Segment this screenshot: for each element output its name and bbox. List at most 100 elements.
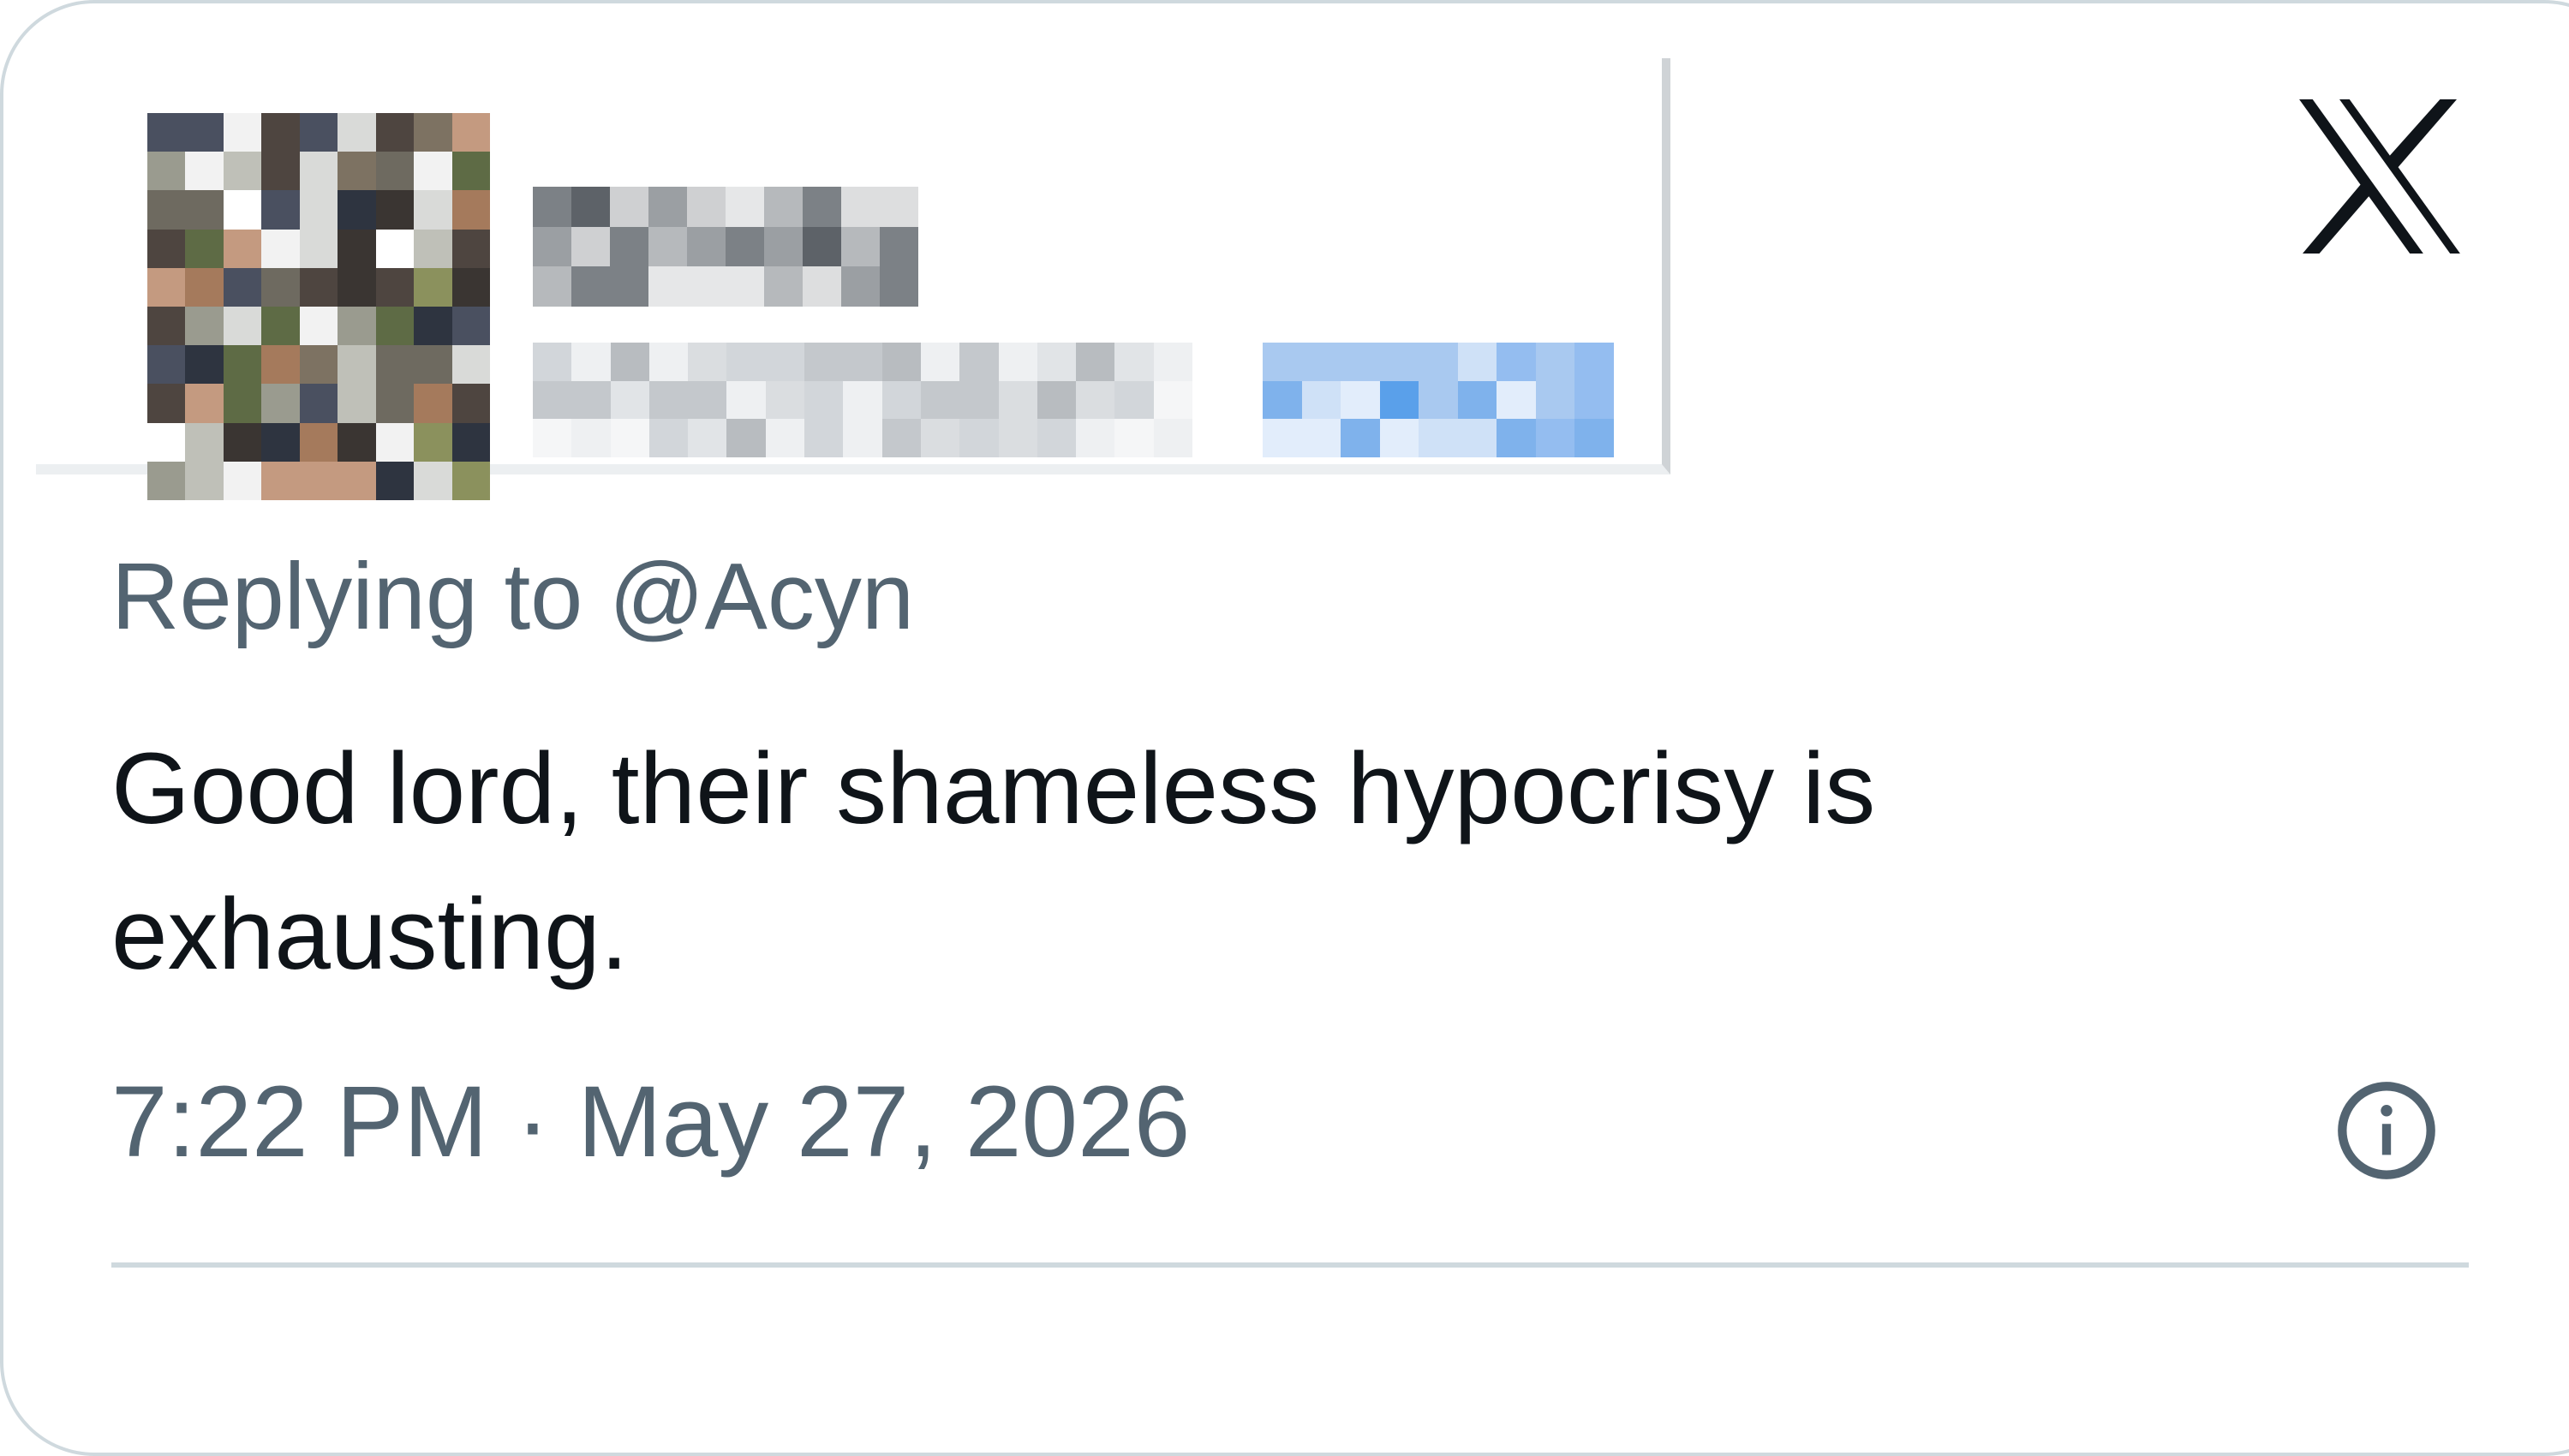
redaction-pixel bbox=[223, 152, 262, 191]
redaction-pixel bbox=[571, 419, 611, 457]
redaction-pixel bbox=[648, 419, 689, 457]
redaction-pixel bbox=[688, 380, 727, 420]
x-logo-icon[interactable] bbox=[2296, 99, 2464, 254]
redaction-pixel bbox=[610, 380, 649, 420]
redaction-pixel bbox=[1379, 419, 1419, 457]
redaction-pixel bbox=[843, 343, 882, 381]
redaction-pixel bbox=[765, 380, 805, 420]
redaction-pixel bbox=[610, 266, 648, 307]
redaction-pixel bbox=[299, 461, 338, 500]
redaction-pixel bbox=[185, 345, 224, 385]
redaction-pixel bbox=[841, 226, 880, 267]
redaction-pixel bbox=[959, 380, 999, 420]
redaction-pixel bbox=[451, 190, 490, 230]
replying-to-label: Replying to bbox=[111, 544, 609, 649]
redaction-pixel bbox=[261, 422, 300, 462]
redaction-pixel bbox=[1341, 419, 1380, 457]
redaction-pixel bbox=[451, 461, 490, 500]
redaction-pixel bbox=[451, 345, 490, 385]
redaction-pixel bbox=[375, 384, 415, 423]
redaction-pixel bbox=[299, 152, 338, 191]
redaction-pixel bbox=[648, 343, 689, 381]
redacted-display-name[interactable] bbox=[533, 187, 918, 307]
redaction-pixel bbox=[687, 226, 726, 267]
redaction-pixel bbox=[764, 266, 803, 307]
reply-handle-link[interactable]: @Acyn bbox=[609, 544, 914, 649]
redaction-pixel bbox=[1037, 343, 1077, 381]
redaction-pixel bbox=[1076, 343, 1115, 381]
redaction-pixel bbox=[880, 187, 918, 227]
redaction-pixel bbox=[687, 187, 726, 227]
redacted-handle[interactable] bbox=[533, 343, 1192, 457]
avatar[interactable] bbox=[147, 113, 490, 500]
redaction-pixel bbox=[726, 419, 766, 457]
redaction-pixel bbox=[261, 152, 300, 191]
redaction-pixel bbox=[414, 267, 452, 307]
redaction-pixel bbox=[804, 343, 844, 381]
redaction-pixel bbox=[726, 187, 764, 227]
redaction-pixel bbox=[147, 267, 186, 307]
redaction-pixel bbox=[451, 267, 490, 307]
redaction-pixel bbox=[843, 380, 882, 420]
tweet-text-line: Good lord, their shameless hypocrisy is bbox=[111, 732, 1876, 845]
redaction-pixel bbox=[1419, 380, 1458, 420]
redaction-pixel bbox=[338, 461, 376, 500]
redaction-pixel bbox=[185, 422, 224, 462]
redaction-pixel bbox=[920, 343, 960, 381]
author-header[interactable] bbox=[36, 58, 1670, 500]
redaction-pixel bbox=[414, 384, 452, 423]
redaction-pixel bbox=[841, 266, 880, 307]
redaction-pixel bbox=[185, 461, 224, 500]
redaction-pixel bbox=[881, 380, 921, 420]
redaction-pixel bbox=[1457, 343, 1497, 381]
redaction-pixel bbox=[299, 345, 338, 385]
redaction-pixel bbox=[223, 229, 262, 268]
redaction-pixel bbox=[1574, 343, 1614, 381]
redaction-pixel bbox=[1457, 419, 1497, 457]
redaction-pixel bbox=[185, 307, 224, 346]
redaction-pixel bbox=[338, 307, 376, 346]
redaction-pixel bbox=[338, 113, 376, 152]
redaction-pixel bbox=[375, 267, 415, 307]
redaction-pixel bbox=[261, 307, 300, 346]
redaction-pixel bbox=[185, 152, 224, 191]
redaction-pixel bbox=[299, 422, 338, 462]
redaction-pixel bbox=[223, 345, 262, 385]
redaction-pixel bbox=[299, 267, 338, 307]
info-icon[interactable] bbox=[2333, 1077, 2440, 1184]
redaction-pixel bbox=[147, 152, 186, 191]
redaction-pixel bbox=[1076, 380, 1115, 420]
redaction-pixel bbox=[451, 113, 490, 152]
redaction-pixel bbox=[375, 113, 415, 152]
redaction-pixel bbox=[571, 266, 610, 307]
redaction-pixel bbox=[451, 152, 490, 191]
redaction-pixel bbox=[533, 226, 571, 267]
redacted-follow-link[interactable] bbox=[1263, 343, 1614, 457]
redaction-pixel bbox=[1341, 380, 1380, 420]
redaction-pixel bbox=[375, 422, 415, 462]
redaction-pixel bbox=[299, 190, 338, 230]
redaction-pixel bbox=[414, 190, 452, 230]
redaction-pixel bbox=[414, 422, 452, 462]
redaction-pixel bbox=[1263, 343, 1302, 381]
redaction-pixel bbox=[223, 113, 262, 152]
redaction-pixel bbox=[648, 226, 687, 267]
redaction-pixel bbox=[147, 190, 186, 230]
redaction-pixel bbox=[375, 461, 415, 500]
redaction-pixel bbox=[338, 190, 376, 230]
tweet-timestamp[interactable]: 7:22 PM · May 27, 2026 bbox=[111, 1062, 1190, 1182]
redaction-pixel bbox=[688, 343, 727, 381]
redaction-pixel bbox=[1535, 419, 1575, 457]
redaction-pixel bbox=[804, 419, 844, 457]
redaction-pixel bbox=[571, 380, 611, 420]
redaction-pixel bbox=[338, 345, 376, 385]
redaction-pixel bbox=[185, 267, 224, 307]
redaction-pixel bbox=[223, 307, 262, 346]
redaction-pixel bbox=[803, 266, 841, 307]
redaction-pixel bbox=[648, 266, 687, 307]
redaction-pixel bbox=[920, 380, 960, 420]
redaction-pixel bbox=[1301, 343, 1341, 381]
redaction-pixel bbox=[338, 384, 376, 423]
redaction-pixel bbox=[338, 152, 376, 191]
redaction-pixel bbox=[223, 422, 262, 462]
